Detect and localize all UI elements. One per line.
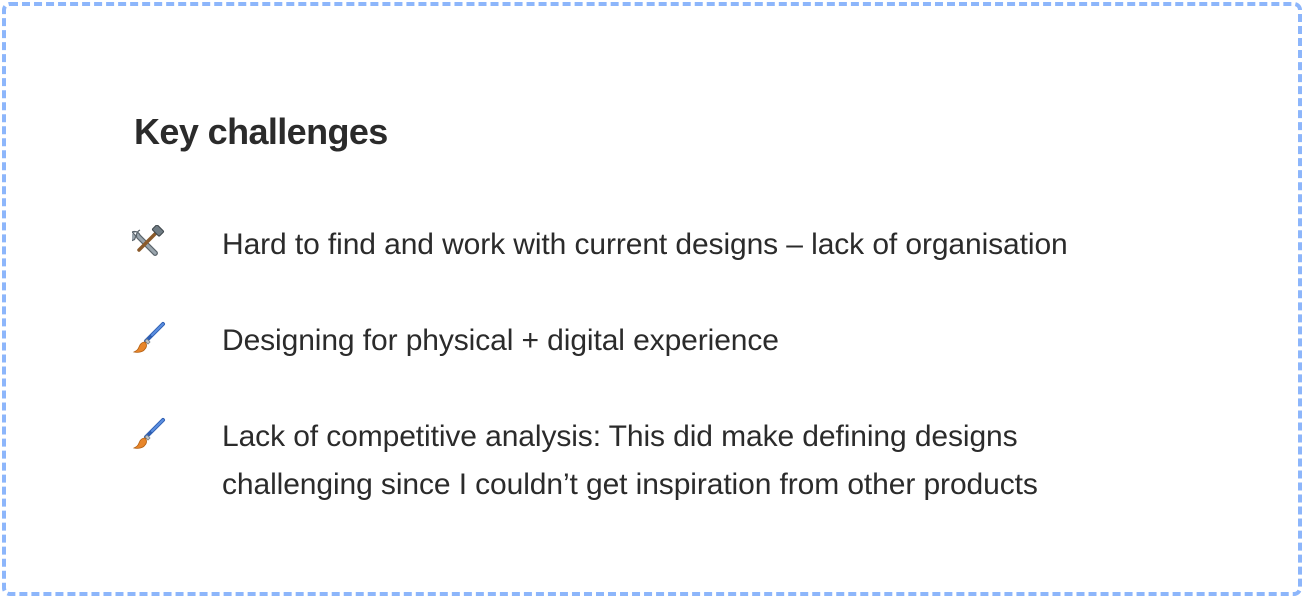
challenge-text: Designing for physical + digital experie… bbox=[222, 324, 779, 357]
challenge-item: Lack of competitive analysis: This did m… bbox=[132, 413, 1232, 509]
key-challenges-card: Key challenges Hard to find and work wit… bbox=[2, 2, 1302, 596]
paintbrush-icon bbox=[132, 417, 166, 451]
section-title: Key challenges bbox=[134, 111, 388, 152]
challenge-item: Hard to find and work with current desig… bbox=[126, 221, 1232, 269]
paintbrush-icon bbox=[132, 321, 166, 355]
hammer-wrench-icon bbox=[126, 224, 166, 259]
challenge-text: Lack of competitive analysis: This did m… bbox=[222, 420, 1038, 501]
challenge-item: Designing for physical + digital experie… bbox=[132, 317, 1232, 365]
challenge-text: Hard to find and work with current desig… bbox=[222, 228, 1068, 261]
